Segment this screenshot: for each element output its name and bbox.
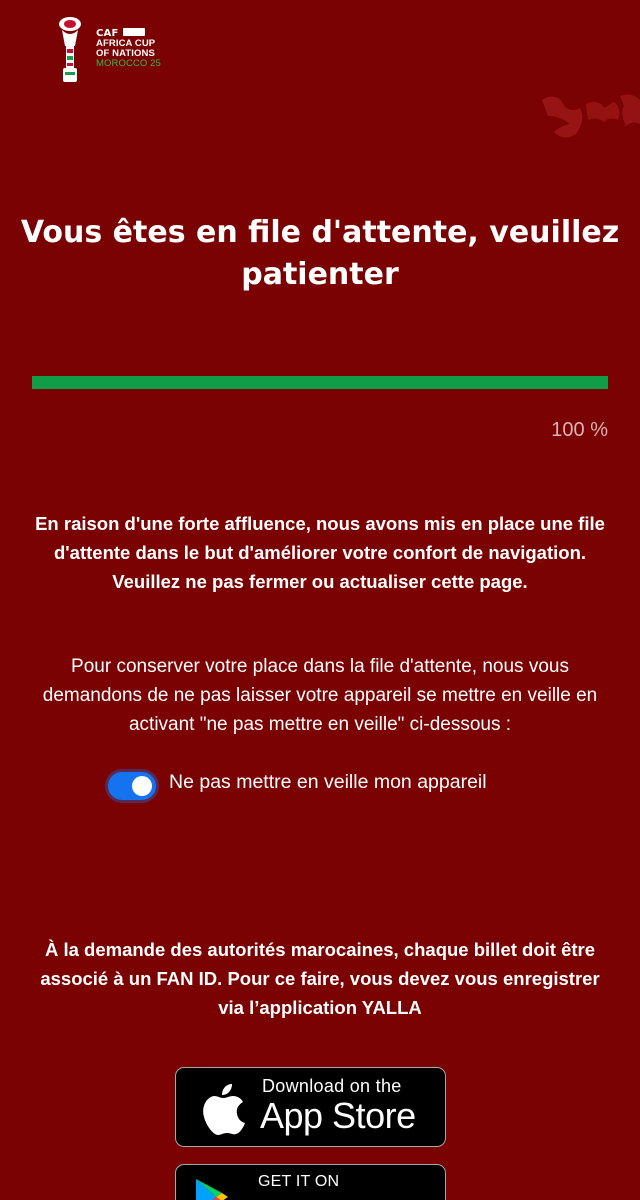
high-traffic-notice: En raison d'une forte affluence, nous av…: [35, 513, 605, 592]
toggle-knob: [132, 776, 152, 796]
logo-line-3: MOROCCO 25: [96, 58, 161, 69]
sleep-toggle-label[interactable]: Ne pas mettre en veille mon appareil: [169, 771, 487, 794]
app-store-label: App Store: [260, 1095, 416, 1136]
keep-awake-notice: Pour conserver votre place dans la file …: [42, 656, 598, 735]
logo-text: CAF AFRICA CUP OF NATIONS MOROCCO 25: [96, 26, 166, 69]
progress-percentage: 100 %: [551, 419, 608, 441]
fan-id-notice: À la demande des autorités marocaines, c…: [40, 939, 600, 1018]
sleep-toggle-switch[interactable]: [108, 772, 156, 800]
decorative-pattern: [542, 94, 640, 138]
app-store-small-label: Download on the: [262, 1076, 402, 1096]
google-play-small-label: GET IT ON: [258, 1173, 340, 1190]
progress-fill: [32, 376, 608, 389]
page-title: Vous êtes en file d'attente, veuillez pa…: [20, 215, 620, 292]
app-store-button[interactable]: Download on the App Store: [175, 1067, 446, 1147]
apple-icon: [203, 1084, 245, 1135]
queue-progress-bar: [32, 376, 608, 389]
sponsor-badge: [122, 27, 145, 36]
google-play-icon: [196, 1179, 228, 1200]
google-play-button[interactable]: GET IT ON: [175, 1164, 446, 1200]
afcon-logo: CAF AFRICA CUP OF NATIONS MOROCCO 25: [56, 16, 166, 86]
sleep-toggle-row[interactable]: Ne pas mettre en veille mon appareil: [108, 768, 487, 804]
trophy-icon: [59, 17, 81, 82]
